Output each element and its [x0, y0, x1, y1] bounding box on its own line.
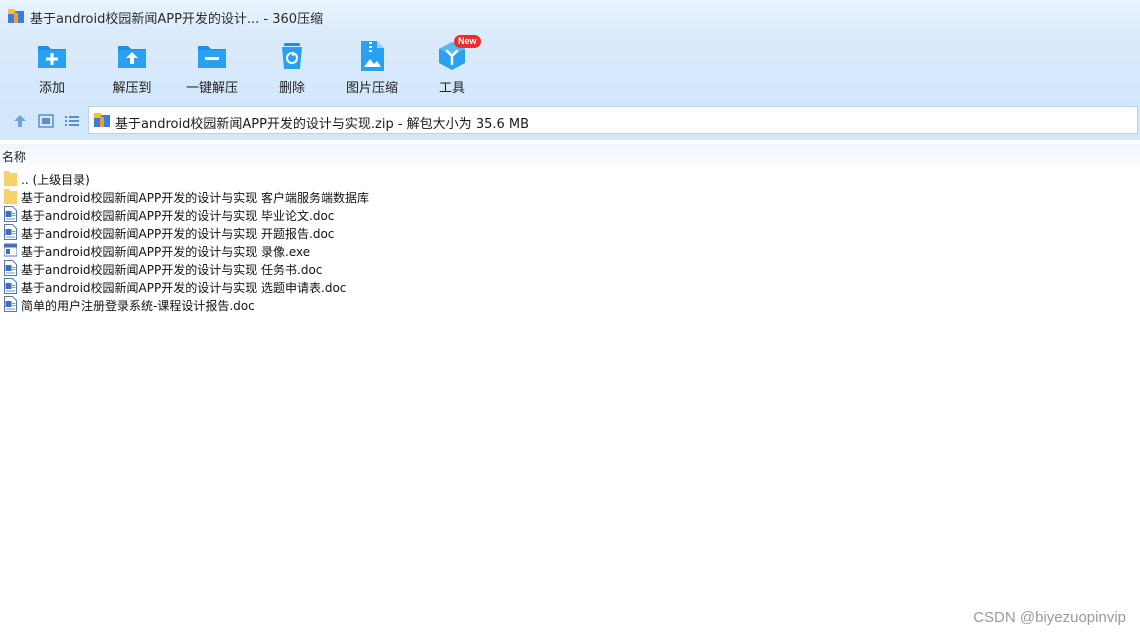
list-item[interactable]: 简单的用户注册登录系统-课程设计报告.doc: [0, 295, 1140, 313]
delete-label: 删除: [278, 81, 305, 96]
list-item[interactable]: .. (上级目录): [0, 169, 1140, 187]
file-name: 基于android校园新闻APP开发的设计与实现 毕业论文.doc: [21, 209, 335, 223]
folder-icon: [4, 189, 17, 204]
image-compress-label: 图片压缩: [345, 81, 398, 96]
file-list: .. (上级目录) 基于android校园新闻APP开发的设计与实现 客户端服务…: [0, 169, 1140, 313]
list-view-icon[interactable]: [64, 113, 80, 129]
list-item[interactable]: 基于android校园新闻APP开发的设计与实现 录像.exe: [0, 241, 1140, 259]
tools-button[interactable]: New 工具: [412, 35, 492, 98]
window-title: 基于android校园新闻APP开发的设计... - 360压缩: [30, 12, 324, 27]
folder-icon: [4, 171, 17, 186]
word-document-icon: [4, 206, 17, 222]
thumbnail-view-icon[interactable]: [38, 113, 54, 129]
add-label: 添加: [38, 81, 65, 96]
column-header-bar: 名称: [0, 144, 1140, 166]
list-item[interactable]: 基于android校园新闻APP开发的设计与实现 客户端服务端数据库: [0, 187, 1140, 205]
tools-label: 工具: [438, 81, 465, 96]
word-document-icon: [4, 260, 17, 276]
title-bar: 基于android校园新闻APP开发的设计... - 360压缩: [0, 0, 1140, 32]
executable-icon: [4, 243, 17, 257]
file-name: 简单的用户注册登录系统-课程设计报告.doc: [21, 299, 255, 313]
list-item[interactable]: 基于android校园新闻APP开发的设计与实现 选题申请表.doc: [0, 277, 1140, 295]
navigation-bar: 基于android校园新闻APP开发的设计与实现.zip - 解包大小为 35.…: [0, 102, 1140, 140]
archive-icon: [94, 113, 110, 127]
list-item[interactable]: 基于android校园新闻APP开发的设计与实现 任务书.doc: [0, 259, 1140, 277]
image-compress-icon: [361, 41, 384, 71]
up-arrow-icon[interactable]: [12, 113, 28, 129]
extract-to-button[interactable]: 解压到: [92, 38, 172, 98]
app-logo-icon: [8, 9, 24, 23]
file-name: .. (上级目录): [21, 173, 90, 187]
file-name: 基于android校园新闻APP开发的设计与实现 录像.exe: [21, 245, 311, 259]
address-path-box[interactable]: 基于android校园新闻APP开发的设计与实现.zip - 解包大小为 35.…: [88, 106, 1138, 134]
list-item[interactable]: 基于android校园新闻APP开发的设计与实现 毕业论文.doc: [0, 205, 1140, 223]
name-column-header[interactable]: 名称: [2, 148, 26, 165]
file-name: 基于android校园新闻APP开发的设计与实现 选题申请表.doc: [21, 281, 347, 295]
extract-to-label: 解压到: [112, 81, 152, 96]
image-compress-button[interactable]: 图片压缩: [332, 38, 412, 98]
word-document-icon: [4, 278, 17, 294]
one-click-extract-label: 一键解压: [185, 81, 238, 96]
list-item[interactable]: 基于android校园新闻APP开发的设计与实现 开题报告.doc: [0, 223, 1140, 241]
add-button[interactable]: 添加: [12, 38, 92, 98]
one-click-extract-button[interactable]: 一键解压: [172, 38, 252, 98]
file-name: 基于android校园新闻APP开发的设计与实现 客户端服务端数据库: [21, 191, 370, 205]
file-name: 基于android校园新闻APP开发的设计与实现 开题报告.doc: [21, 227, 335, 241]
delete-icon: [282, 43, 302, 69]
file-name: 基于android校园新闻APP开发的设计与实现 任务书.doc: [21, 263, 323, 277]
toolbar: 添加 解压到 一键解压 删除 图片压缩 New 工具: [0, 32, 1140, 102]
word-document-icon: [4, 296, 17, 312]
one-click-extract-icon: [198, 46, 226, 68]
delete-button[interactable]: 删除: [252, 38, 332, 98]
extract-to-icon: [118, 46, 146, 68]
archive-path: 基于android校园新闻APP开发的设计与实现.zip - 解包大小为 35.…: [115, 117, 530, 132]
add-icon: [38, 46, 66, 68]
word-document-icon: [4, 224, 17, 240]
watermark: CSDN @biyezuopinvip: [973, 609, 1126, 626]
new-badge: New: [454, 35, 481, 48]
